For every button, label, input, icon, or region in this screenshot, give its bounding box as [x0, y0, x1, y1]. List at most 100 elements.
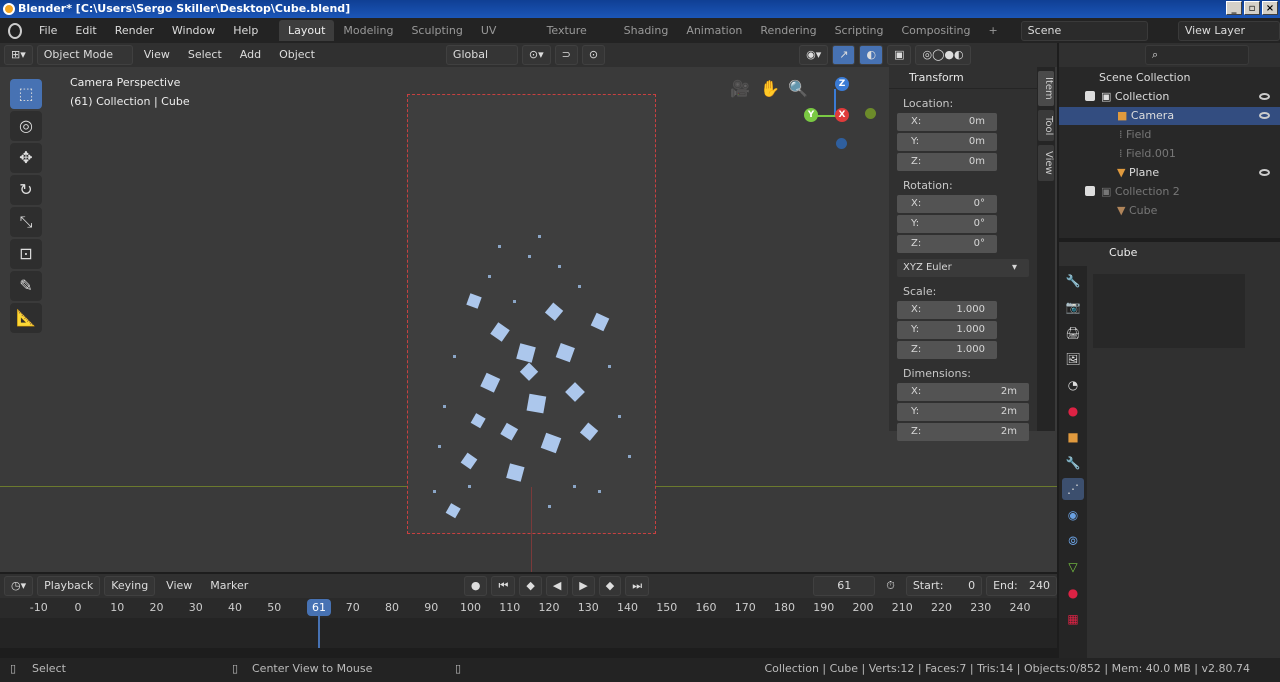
- tab-compositing[interactable]: Compositing: [893, 20, 980, 41]
- outliner-cube[interactable]: ▼ Cube: [1117, 202, 1157, 220]
- scale-y-field[interactable]: Y: 1.000: [897, 321, 997, 339]
- timeline-menu-view[interactable]: View: [159, 576, 199, 596]
- eye-icon[interactable]: [1259, 169, 1270, 176]
- gizmo-neg-y[interactable]: [865, 108, 876, 119]
- proportional-icon[interactable]: ⊙: [581, 45, 606, 65]
- tab-uv-editing[interactable]: UV Editing: [472, 20, 538, 58]
- tool-icon[interactable]: 🔧: [1062, 270, 1084, 292]
- overlay-toggle-icon[interactable]: ◐: [859, 45, 884, 65]
- tab-rendering[interactable]: Rendering: [751, 20, 825, 41]
- rotation-y-field[interactable]: Y: 0°: [897, 215, 997, 233]
- tab-tool[interactable]: Tool: [1038, 109, 1054, 142]
- menu-keying[interactable]: Keying: [104, 576, 156, 596]
- outliner-field[interactable]: ⁞ Field: [1119, 126, 1151, 144]
- view-layer-icon[interactable]: 🖼: [1062, 348, 1084, 370]
- xray-icon[interactable]: ▣: [887, 45, 912, 65]
- gizmo-toggle-icon[interactable]: ↗: [832, 45, 856, 65]
- cursor-icon[interactable]: ◎: [10, 111, 42, 141]
- menu-edit[interactable]: Edit: [66, 24, 105, 37]
- dimension-z-field[interactable]: Z: 2m: [897, 423, 1029, 441]
- tab-sculpting[interactable]: Sculpting: [402, 20, 471, 41]
- scene-selector[interactable]: Scene: [1020, 20, 1148, 41]
- play-icon[interactable]: ▶: [572, 576, 595, 596]
- output-icon[interactable]: 🖨: [1062, 322, 1084, 344]
- timeline-ruler[interactable]: -10 0 10 20 30 40 50 70 80 90 100 110 120 130 140 150 16…: [0, 598, 1057, 618]
- transform-title[interactable]: Transform: [889, 67, 1037, 89]
- render-icon[interactable]: 📷: [1062, 296, 1084, 318]
- material-icon[interactable]: ●: [1062, 582, 1084, 604]
- dimension-x-field[interactable]: X: 2m: [897, 383, 1029, 401]
- eye-icon[interactable]: [1259, 93, 1270, 100]
- menu-object[interactable]: Object: [272, 45, 322, 65]
- gizmo-z-axis[interactable]: Z: [835, 77, 849, 91]
- measure-icon[interactable]: 📐: [10, 303, 42, 333]
- menu-playback[interactable]: Playback: [37, 576, 101, 596]
- snap-icon[interactable]: ⊃: [554, 45, 578, 65]
- rotation-mode-select[interactable]: XYZ Euler ▾: [897, 259, 1029, 277]
- playhead[interactable]: 61: [307, 599, 331, 616]
- end-frame-field[interactable]: End: 240: [986, 576, 1057, 596]
- tab-view[interactable]: View: [1038, 145, 1054, 181]
- pivot-icon[interactable]: ⊙▾: [521, 45, 551, 65]
- outliner-field-001[interactable]: ⁞ Field.001: [1119, 145, 1176, 163]
- data-icon[interactable]: ▽: [1062, 556, 1084, 578]
- timeline-track[interactable]: [0, 618, 1057, 648]
- eye-icon[interactable]: [1259, 112, 1270, 119]
- particles-icon[interactable]: ⋰: [1062, 478, 1084, 500]
- constraints-icon[interactable]: ⦾: [1062, 530, 1084, 552]
- menu-render[interactable]: Render: [106, 24, 163, 37]
- texture-icon[interactable]: ▦: [1062, 608, 1084, 630]
- menu-help[interactable]: Help: [224, 24, 267, 37]
- world-icon[interactable]: ●: [1062, 400, 1084, 422]
- timeline-menu-marker[interactable]: Marker: [203, 576, 255, 596]
- tab-item[interactable]: Item: [1038, 71, 1054, 106]
- next-keyframe-icon[interactable]: ◆: [598, 576, 622, 596]
- add-workspace-button[interactable]: +: [979, 20, 1006, 41]
- select-box-icon[interactable]: ⬚: [10, 79, 42, 109]
- outliner-camera[interactable]: ■ Camera: [1117, 107, 1174, 125]
- jump-end-icon[interactable]: ⏭: [625, 576, 650, 596]
- dimension-y-field[interactable]: Y: 2m: [897, 403, 1029, 421]
- scale-x-field[interactable]: X: 1.000: [897, 301, 997, 319]
- scale-icon[interactable]: ⤡: [10, 207, 42, 237]
- start-frame-field[interactable]: Start: 0: [905, 576, 983, 596]
- annotate-icon[interactable]: ✎: [10, 271, 42, 301]
- play-reverse-icon[interactable]: ◀: [545, 576, 569, 596]
- outliner-collection[interactable]: ▣ Collection: [1085, 88, 1169, 106]
- visibility-icon[interactable]: ◉▾: [799, 45, 829, 65]
- move-icon[interactable]: ✥: [10, 143, 42, 173]
- transform-icon[interactable]: ⊡: [10, 239, 42, 269]
- mode-selector[interactable]: Object Mode: [36, 45, 133, 65]
- outliner-search-input[interactable]: ⌕: [1145, 45, 1249, 65]
- scene-icon[interactable]: ◔: [1062, 374, 1084, 396]
- scene-collection[interactable]: Scene Collection: [1099, 69, 1190, 87]
- object-icon[interactable]: ■: [1062, 426, 1084, 448]
- tab-texture-paint[interactable]: Texture Paint: [538, 20, 615, 58]
- menu-select[interactable]: Select: [181, 45, 229, 65]
- maximize-button[interactable]: ▫: [1244, 1, 1260, 15]
- tab-animation[interactable]: Animation: [677, 20, 751, 41]
- rotation-x-field[interactable]: X: 0°: [897, 195, 997, 213]
- jump-start-icon[interactable]: ⏮: [491, 576, 516, 596]
- gizmo-x-axis[interactable]: X: [835, 108, 849, 122]
- menu-window[interactable]: Window: [163, 24, 224, 37]
- location-x-field[interactable]: X: 0m: [897, 113, 997, 131]
- tab-scripting[interactable]: Scripting: [826, 20, 893, 41]
- pan-hand-icon[interactable]: ✋: [760, 79, 780, 98]
- gizmo-y-axis[interactable]: Y: [804, 108, 818, 122]
- shading-mode-icon[interactable]: ◎◯●◐: [915, 45, 971, 65]
- minimize-button[interactable]: _: [1226, 1, 1242, 15]
- record-icon[interactable]: ●: [463, 576, 488, 596]
- rotate-icon[interactable]: ↻: [10, 175, 42, 205]
- gizmo-neg-z[interactable]: [836, 138, 847, 149]
- camera-view-icon[interactable]: 🎥: [730, 79, 750, 98]
- timeline-editor-type[interactable]: ◷▾: [4, 576, 34, 596]
- tab-modeling[interactable]: Modeling: [334, 20, 402, 41]
- rotation-z-field[interactable]: Z: 0°: [897, 235, 997, 253]
- orientation-selector[interactable]: Global: [445, 45, 518, 65]
- editor-type-button[interactable]: ⊞▾: [4, 45, 33, 65]
- menu-view[interactable]: View: [137, 45, 177, 65]
- outliner-plane[interactable]: ▼ Plane: [1117, 164, 1159, 182]
- blender-menu-icon[interactable]: [8, 22, 22, 39]
- properties-list[interactable]: [1093, 274, 1245, 348]
